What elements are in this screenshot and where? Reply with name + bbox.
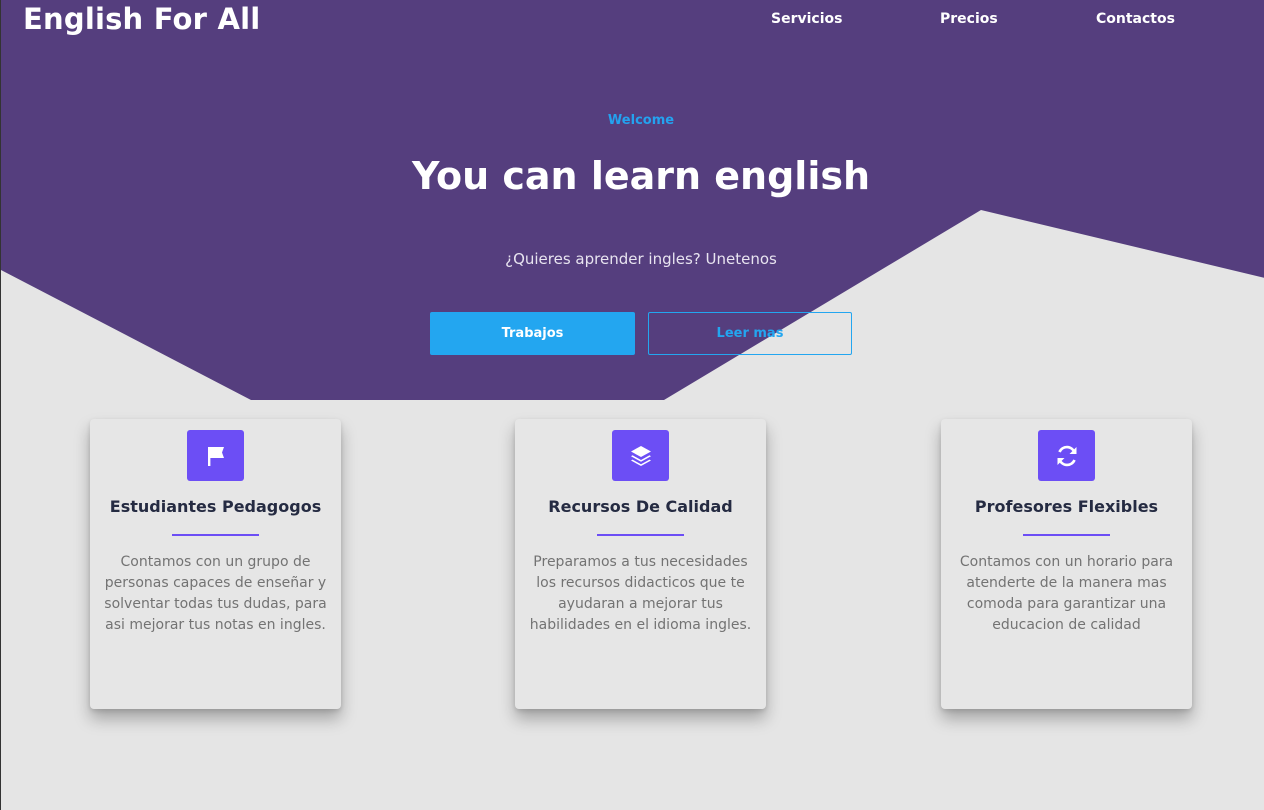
hero-title: You can learn english bbox=[411, 154, 871, 198]
leer-mas-button[interactable]: Leer mas bbox=[648, 312, 852, 355]
feature-description: Contamos con un grupo de personas capace… bbox=[104, 554, 327, 633]
feature-title: Recursos De Calidad bbox=[548, 497, 733, 516]
nav-link-servicios[interactable]: Servicios bbox=[771, 11, 842, 27]
flag-icon bbox=[187, 430, 244, 481]
hero-subtitle: ¿Quieres aprender ingles? Unetenos bbox=[505, 250, 777, 268]
feature-divider bbox=[597, 534, 684, 536]
refresh-icon bbox=[1038, 430, 1095, 481]
nav-link-contactos[interactable]: Contactos bbox=[1096, 11, 1175, 27]
feature-card-estudiantes: Estudiantes Pedagogos Contamos con un gr… bbox=[90, 419, 341, 709]
hero-eyebrow: Welcome bbox=[607, 113, 675, 128]
feature-divider bbox=[1023, 534, 1110, 536]
feature-card-recursos: Recursos De Calidad Preparamos a tus nec… bbox=[515, 419, 766, 709]
brand-logo[interactable]: English For All bbox=[23, 2, 260, 36]
top-navbar: English For All Servicios Precios Contac… bbox=[1, 0, 1264, 40]
feature-description: Preparamos a tus necesidades los recurso… bbox=[529, 554, 752, 633]
nav-link-precios[interactable]: Precios bbox=[940, 11, 998, 27]
feature-card-profesores: Profesores Flexibles Contamos con un hor… bbox=[941, 419, 1192, 709]
feature-title: Profesores Flexibles bbox=[974, 497, 1159, 516]
layers-icon bbox=[612, 430, 669, 481]
feature-divider bbox=[172, 534, 259, 536]
trabajos-button[interactable]: Trabajos bbox=[430, 312, 635, 355]
feature-description: Contamos con un horario para atenderte d… bbox=[959, 554, 1174, 633]
feature-title: Estudiantes Pedagogos bbox=[109, 497, 322, 516]
